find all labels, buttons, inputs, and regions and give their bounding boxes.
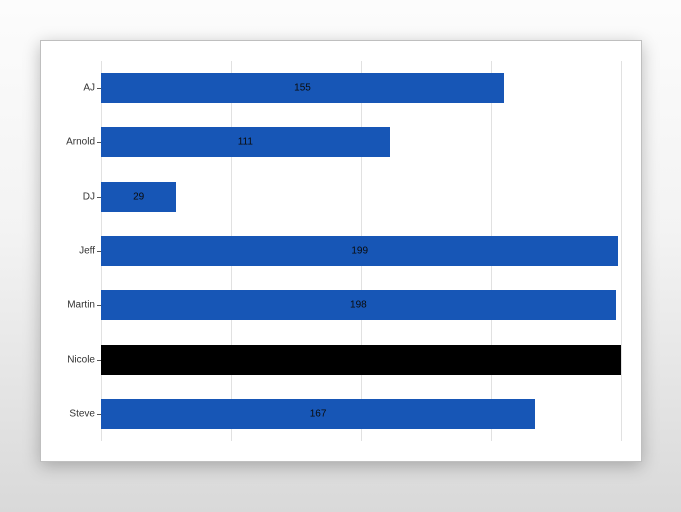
bar-value-label: 155 <box>294 83 311 94</box>
bar-value-label: 29 <box>133 191 144 202</box>
bar-row: Jeff199 <box>101 233 621 269</box>
grid-line <box>621 61 622 441</box>
bar-row: DJ29 <box>101 179 621 215</box>
y-axis-label: Martin <box>67 300 101 311</box>
chart-card: AJ155Arnold111DJ29Jeff199Martin198Nicole… <box>40 40 642 462</box>
bar: 167 <box>101 399 535 429</box>
bar-value-label: 198 <box>350 300 367 311</box>
y-axis-label: Nicole <box>67 354 101 365</box>
bar: 155 <box>101 73 504 103</box>
bar-row: Steve167 <box>101 396 621 432</box>
bar-value-label: 167 <box>310 408 327 419</box>
bar: 198 <box>101 290 616 320</box>
bar: 29 <box>101 182 176 212</box>
bar-row: Arnold111 <box>101 124 621 160</box>
bar-highlight <box>101 345 621 375</box>
bar: 111 <box>101 127 390 157</box>
bar-value-label: 199 <box>351 246 368 257</box>
bar-row: Nicole <box>101 342 621 378</box>
y-axis-label: Arnold <box>66 137 101 148</box>
chart-plot-area: AJ155 Arnold111 DJ29 Jeff199 Martin198 Nicole… <box>101 61 621 441</box>
bar-row: AJ155 <box>101 70 621 106</box>
bar-row: Martin198 <box>101 287 621 323</box>
bar-value-label: 111 <box>238 137 253 148</box>
bar: 199 <box>101 236 618 266</box>
